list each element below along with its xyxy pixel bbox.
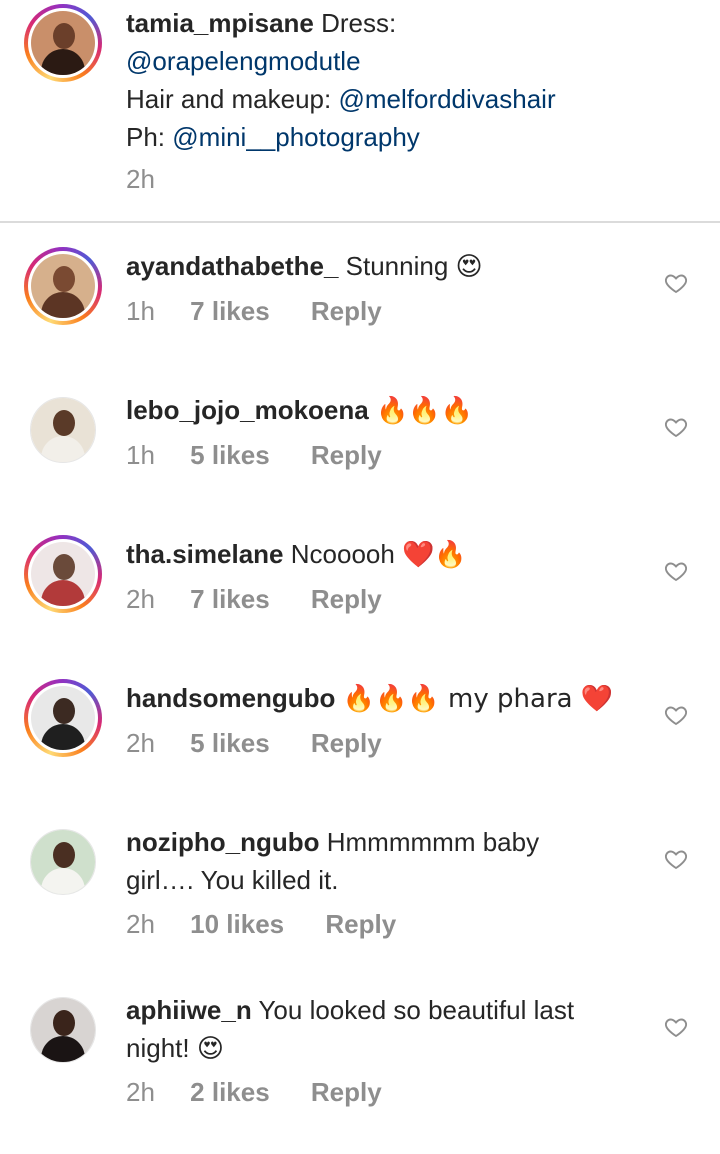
emoji-heart-eyes: 😍 <box>196 1034 224 1064</box>
mention-link-photo[interactable]: @mini__photography <box>172 122 420 152</box>
comment-meta: 1h 5 likes Reply <box>126 440 382 471</box>
comment-body: Hmmmmmm baby <box>326 827 540 857</box>
mention-link-hair[interactable]: @melforddivashair <box>338 84 555 114</box>
emoji-fire: 🔥🔥🔥 <box>375 396 474 426</box>
mention-link-dress[interactable]: @orapelengmodutle <box>126 46 361 76</box>
comment-text: tha.simelane Ncooooh ❤️🔥 <box>126 535 467 574</box>
caption-meta: 2h <box>126 164 183 195</box>
comment-avatar[interactable] <box>30 397 96 463</box>
comment-text: nozipho_ngubo Hmmmmmm baby girl…. You ki… <box>126 823 539 899</box>
comment-body-continued: night! <box>126 1033 190 1063</box>
heart-outline-icon[interactable] <box>664 415 688 439</box>
comment-meta: 2h 10 likes Reply <box>126 909 396 940</box>
comment-likes-count[interactable]: 2 likes <box>190 1077 270 1108</box>
divider <box>0 221 720 223</box>
comment-likes-count[interactable]: 7 likes <box>190 296 270 327</box>
comment-likes-count[interactable]: 5 likes <box>190 440 270 471</box>
caption-text: tamia_mpisane Dress: @orapelengmodutle H… <box>126 4 556 156</box>
comment-text: aphiiwe_n You looked so beautiful last n… <box>126 991 574 1068</box>
comment-timestamp: 2h <box>126 1077 155 1107</box>
comment-body: You looked so beautiful last <box>258 995 575 1025</box>
comment-username[interactable]: tha.simelane <box>126 539 284 569</box>
comment-username[interactable]: ayandathabethe_ <box>126 251 338 281</box>
comment-username[interactable]: handsomengubo <box>126 683 335 713</box>
comment-meta: 2h 2 likes Reply <box>126 1077 382 1108</box>
comment-username[interactable]: aphiiwe_n <box>126 995 252 1025</box>
reply-button[interactable]: Reply <box>311 728 382 759</box>
heart-outline-icon[interactable] <box>664 1015 688 1039</box>
reply-button[interactable]: Reply <box>311 1077 382 1108</box>
reply-button[interactable]: Reply <box>325 909 396 940</box>
post-caption: tamia_mpisane Dress: @orapelengmodutle H… <box>0 0 720 222</box>
comment-avatar[interactable] <box>30 829 96 895</box>
comment-body-continued: girl…. You killed it. <box>126 865 339 895</box>
comment-avatar[interactable] <box>24 535 102 613</box>
caption-timestamp: 2h <box>126 164 155 194</box>
heart-outline-icon[interactable] <box>664 847 688 871</box>
comment-username[interactable]: nozipho_ngubo <box>126 827 320 857</box>
caption-ph-label: Ph: <box>126 122 166 152</box>
emoji-heart-fire: ❤️🔥 <box>402 540 467 570</box>
comment-body: Ncooooh <box>290 539 395 569</box>
caption-author-avatar[interactable] <box>24 4 102 82</box>
comment-meta: 1h 7 likes Reply <box>126 296 382 327</box>
caption-hair-label: Hair and makeup: <box>126 84 332 114</box>
comment-likes-count[interactable]: 7 likes <box>190 584 270 615</box>
heart-outline-icon[interactable] <box>664 559 688 583</box>
caption-dress-label: Dress: <box>321 8 397 38</box>
comment-avatar[interactable] <box>30 997 96 1063</box>
comment-text: ayandathabethe_ Stunning 😍 <box>126 247 483 286</box>
comment-avatar[interactable] <box>24 247 102 325</box>
comment-meta: 2h 5 likes Reply <box>126 728 382 759</box>
comment-body: 🔥🔥🔥 my phara ❤️ <box>342 684 614 714</box>
comment-timestamp: 2h <box>126 909 155 939</box>
heart-outline-icon[interactable] <box>664 703 688 727</box>
comment-username[interactable]: lebo_jojo_mokoena <box>126 395 369 425</box>
comment-avatar[interactable] <box>24 679 102 757</box>
emoji-heart-eyes: 😍 <box>455 252 483 282</box>
comment-timestamp: 1h <box>126 296 155 326</box>
comment-likes-count[interactable]: 5 likes <box>190 728 270 759</box>
comment-text: lebo_jojo_mokoena 🔥🔥🔥 <box>126 391 473 430</box>
comment-timestamp: 1h <box>126 440 155 470</box>
comment-timestamp: 2h <box>126 584 155 614</box>
comment-timestamp: 2h <box>126 728 155 758</box>
comment-likes-count[interactable]: 10 likes <box>190 909 284 940</box>
comment-meta: 2h 7 likes Reply <box>126 584 382 615</box>
heart-outline-icon[interactable] <box>664 271 688 295</box>
comment-text: handsomengubo 🔥🔥🔥 my phara ❤️ <box>126 679 613 718</box>
comment-body: Stunning <box>345 251 449 281</box>
caption-username[interactable]: tamia_mpisane <box>126 8 314 38</box>
reply-button[interactable]: Reply <box>311 296 382 327</box>
reply-button[interactable]: Reply <box>311 584 382 615</box>
reply-button[interactable]: Reply <box>311 440 382 471</box>
